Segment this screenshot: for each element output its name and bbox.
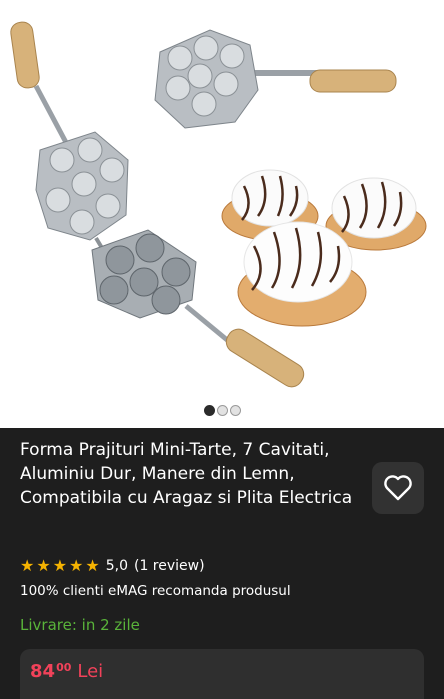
heart-outline-icon	[384, 475, 412, 501]
star-icon: ★	[52, 556, 68, 575]
carousel-indicator	[0, 403, 444, 417]
star-icon: ★	[69, 556, 84, 575]
review-count-link[interactable]: (1 review)	[134, 558, 205, 574]
delivery-info: Livrare: in 2 zile	[20, 616, 140, 634]
price-card: 84 00 Lei	[20, 649, 424, 699]
rating-stars: ★ ★ ★ ★ ★	[20, 558, 100, 574]
product-rating[interactable]: ★ ★ ★ ★ ★ 5,0 (1 review)	[20, 558, 205, 575]
product-info-panel: Forma Prajituri Mini-Tarte, 7 Cavitati, …	[0, 428, 444, 699]
carousel-dot-2[interactable]	[216, 404, 228, 416]
star-icon: ★	[85, 556, 100, 575]
favorite-button[interactable]	[372, 462, 424, 514]
product-title: Forma Prajituri Mini-Tarte, 7 Cavitati, …	[20, 440, 353, 508]
rating-value: 5,0	[105, 558, 128, 574]
price-currency: Lei	[77, 661, 104, 682]
product-price: 84 00 Lei	[30, 661, 103, 682]
carousel-dot-1[interactable]	[203, 404, 215, 416]
price-main: 84	[30, 661, 56, 682]
tarts-illustration	[221, 169, 427, 327]
star-icon: ★	[36, 556, 51, 575]
product-image	[10, 21, 427, 388]
carousel-dot-3[interactable]	[229, 404, 241, 416]
star-icon: ★	[20, 556, 35, 575]
closed-mold-illustration	[154, 29, 397, 129]
product-image-gallery[interactable]	[0, 0, 444, 428]
recommend-text: 100% clienti eMAG recomanda produsul	[20, 583, 291, 599]
price-decimals: 00	[56, 661, 72, 674]
